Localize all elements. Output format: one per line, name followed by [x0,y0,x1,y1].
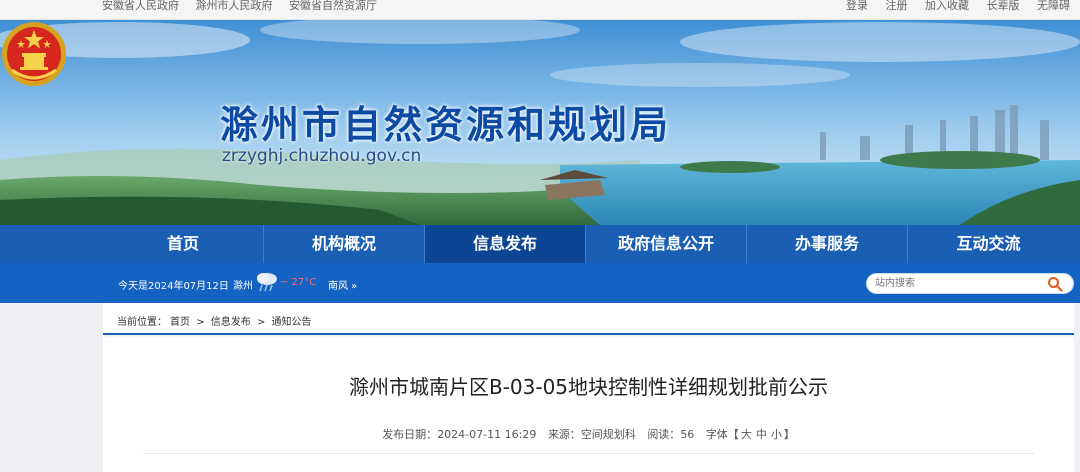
breadcrumb-notices[interactable]: 通知公告 [272,317,312,328]
article-title: 滁州市城南片区B-03-05地块控制性详细规划批前公示 [348,375,829,399]
font-size-label: 字体【 [705,428,739,441]
breadcrumb-separator: > [196,317,205,328]
breadcrumb-news[interactable]: 信息发布 [211,317,251,328]
views: 阅读：56 [647,428,694,441]
font-size-large[interactable]: 大 [741,428,752,441]
nav-interaction[interactable]: 互动交流 [908,225,1069,263]
breadcrumb: 当前位置： 首页 > 信息发布 > 通知公告 [117,313,315,328]
publish-date-value: 2024-07-11 16:29 [437,428,537,441]
nav-services[interactable]: 办事服务 [747,225,908,263]
article-meta: 发布日期：2024-07-11 16:29 来源：空间规划科 阅读：56 字体【… [103,426,1074,442]
rain-cloud-icon [257,273,277,292]
site-search [866,273,1074,294]
elder-mode-link[interactable]: 长辈版 [987,0,1020,12]
accessibility-link[interactable]: 无障碍 [1037,0,1070,12]
register-link[interactable]: 注册 [886,0,908,12]
source: 来源：空间规划科 [548,428,636,441]
meta-divider [143,453,1034,454]
source-value: 空间规划科 [580,428,636,441]
breadcrumb-prefix: 当前位置： [117,317,167,328]
breadcrumb-separator: > [256,317,266,328]
today-date: 今天是2024年07月12日 [118,281,229,292]
external-links: 安徽省人民政府 滁州市人民政府 安徽省自然资源厅 [102,0,390,12]
nav-about[interactable]: 机构概况 [264,225,425,263]
publish-date-label: 发布日期： [382,428,438,441]
source-label: 来源： [547,428,581,441]
site-title: 滁州市自然资源和规划局 [220,103,672,147]
weather-temperature: ~ 27°C [280,277,317,288]
weather-city: 滁州 [233,281,253,292]
link-chuzhou-gov[interactable]: 滁州市人民政府 [196,0,273,12]
link-anhui-natural-resources[interactable]: 安徽省自然资源厅 [289,0,377,12]
main-nav: 首页 机构概况 信息发布 政府信息公开 办事服务 互动交流 [0,225,1080,263]
link-anhui-gov[interactable]: 安徽省人民政府 [102,0,179,12]
add-favorite-link[interactable]: 加入收藏 [925,0,969,12]
weather-wind: 南风 » [328,281,358,292]
breadcrumb-home[interactable]: 首页 [170,317,190,328]
views-label: 阅读： [647,428,681,441]
article-panel: 滁州市城南片区B-03-05地块控制性详细规划批前公示 发布日期：2024-07… [103,337,1074,472]
header-banner: 滁州市自然资源和规划局 zrzyghj.chuzhou.gov.cn [0,20,1080,225]
user-links: 登录 注册 加入收藏 长辈版 无障碍 [832,0,1070,12]
national-emblem-icon [2,22,66,86]
search-icon[interactable] [1047,276,1063,292]
top-utility-bar: 安徽省人民政府 滁州市人民政府 安徽省自然资源厅 登录 注册 加入收藏 长辈版 … [0,0,1080,20]
font-size-medium[interactable]: 中 [756,428,767,441]
font-size-small[interactable]: 小 [771,428,782,441]
publish-date: 发布日期：2024-07-11 16:29 [382,428,536,441]
font-size-control: 字体【大中小】 [706,428,795,441]
login-link[interactable]: 登录 [846,0,868,12]
nav-news[interactable]: 信息发布 [425,225,586,263]
site-domain: zrzyghj.chuzhou.gov.cn [222,146,422,166]
nav-home[interactable]: 首页 [103,225,264,263]
breadcrumb-bar: 当前位置： 首页 > 信息发布 > 通知公告 [103,303,1074,335]
views-value: 56 [680,428,695,441]
search-input[interactable] [875,276,1035,291]
font-size-close: 】 [783,428,795,441]
nav-gov-info[interactable]: 政府信息公开 [586,225,747,263]
